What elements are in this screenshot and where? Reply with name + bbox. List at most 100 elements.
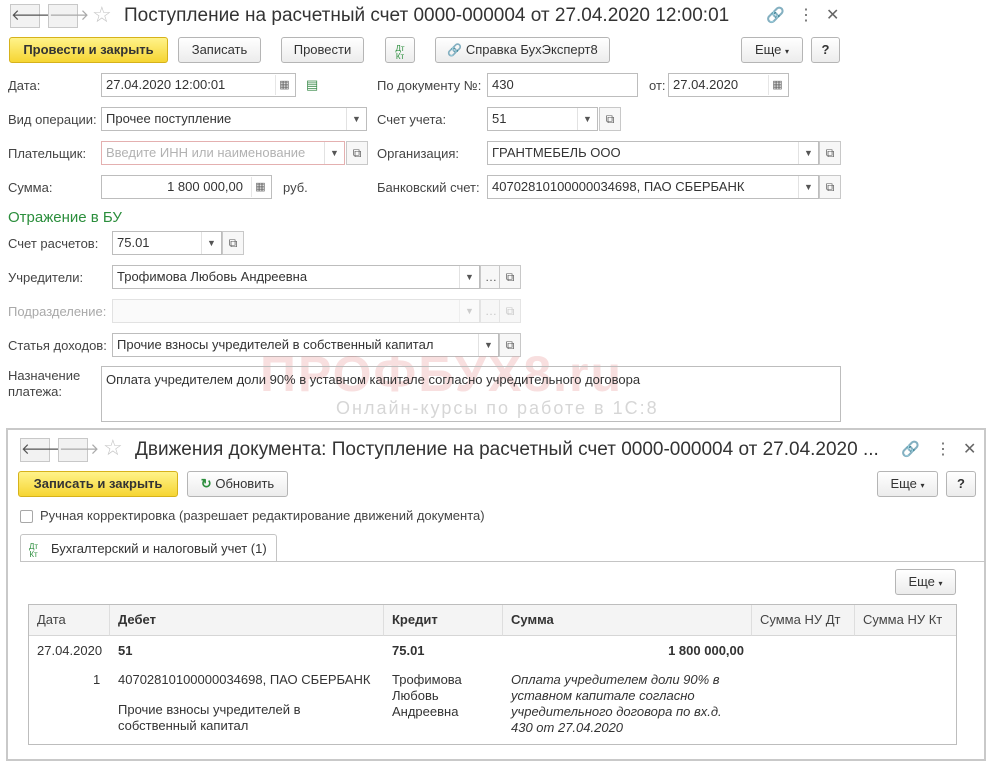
- bank-account-select[interactable]: 40702810100000034698, ПАО СБЕРБАНК ▼: [487, 175, 819, 199]
- chevron-down-icon: ▼: [459, 300, 479, 322]
- more-button[interactable]: Еще ▾: [741, 37, 803, 63]
- settlement-account-select[interactable]: 75.01 ▼: [112, 231, 222, 255]
- doc-date-value: 27.04.2020: [673, 77, 739, 92]
- entries-status-icon[interactable]: ▤: [306, 77, 318, 93]
- link-icon[interactable]: 🔗: [901, 440, 920, 458]
- row-credit-subconto-line2: Любовь: [392, 688, 439, 703]
- open-icon[interactable]: ⧉: [222, 231, 244, 255]
- arrow-left-icon: 🡐: [11, 7, 52, 24]
- arrow-left-icon: 🡐: [21, 441, 62, 458]
- payer-label: Плательщик:: [8, 146, 87, 161]
- help-button[interactable]: ?: [946, 471, 976, 497]
- more-vertical-icon[interactable]: ⋮: [935, 439, 951, 459]
- help-button[interactable]: ?: [811, 37, 840, 63]
- close-icon[interactable]: ✕: [963, 439, 976, 459]
- favorite-star-icon[interactable]: ☆: [92, 2, 112, 28]
- row-credit-account: 75.01: [392, 643, 425, 658]
- open-icon[interactable]: ⧉: [819, 175, 841, 199]
- department-label: Подразделение:: [8, 304, 107, 319]
- currency-label: руб.: [283, 180, 308, 195]
- help-buhexpert-button[interactable]: 🔗 Справка БухЭксперт8: [435, 37, 610, 63]
- document-title: Поступление на расчетный счет 0000-00000…: [124, 5, 730, 26]
- more-label: Еще: [890, 476, 917, 491]
- doc-date-field[interactable]: 27.04.2020 ▦: [668, 73, 789, 97]
- chevron-down-icon[interactable]: ▼: [346, 108, 366, 130]
- organization-select[interactable]: ГРАНТМЕБЕЛЬ ООО ▼: [487, 141, 819, 165]
- more-button[interactable]: Еще ▾: [877, 471, 938, 497]
- chevron-down-icon[interactable]: ▼: [798, 142, 818, 164]
- bank-account-label: Банковский счет:: [377, 180, 480, 195]
- favorite-star-icon[interactable]: ☆: [103, 435, 123, 461]
- dt-kt-button[interactable]: Дт Кт: [385, 37, 415, 63]
- open-icon[interactable]: ⧉: [819, 141, 841, 165]
- calculator-icon[interactable]: ▦: [251, 177, 269, 197]
- calendar-icon[interactable]: ▦: [275, 75, 293, 95]
- sum-value: 1 800 000,00: [167, 179, 243, 194]
- tab-divider: [20, 561, 985, 562]
- open-icon[interactable]: ⧉: [499, 265, 521, 289]
- doc-number-label: По документу №:: [377, 78, 482, 93]
- date-label: Дата:: [8, 78, 41, 93]
- chevron-down-icon[interactable]: ▼: [201, 232, 221, 254]
- doc-number-field[interactable]: 430: [487, 73, 638, 97]
- date-field[interactable]: 27.04.2020 12:00:01 ▦: [101, 73, 296, 97]
- back-button[interactable]: 🡐: [20, 438, 61, 462]
- open-icon[interactable]: ⧉: [346, 141, 368, 165]
- row-credit-subconto-line1: Трофимова: [392, 672, 462, 687]
- purpose-textarea[interactable]: Оплата учредителем доли 90% в уставном к…: [101, 366, 841, 422]
- save-and-close-button[interactable]: Записать и закрыть: [18, 471, 178, 497]
- chevron-down-icon[interactable]: ▼: [798, 176, 818, 198]
- column-header-date[interactable]: Дата: [29, 605, 110, 636]
- row-number: 1: [93, 672, 101, 687]
- row-content-line3: учредительного договора по вх.д.: [511, 704, 722, 719]
- founders-value: Трофимова Любовь Андреевна: [117, 269, 308, 284]
- column-header-sum-nu-dt[interactable]: Сумма НУ Дт: [752, 605, 855, 636]
- open-icon[interactable]: ⧉: [599, 107, 621, 131]
- income-item-label: Статья доходов:: [8, 338, 107, 353]
- link-icon[interactable]: 🔗: [766, 6, 785, 24]
- sum-field[interactable]: 1 800 000,00 ▦: [101, 175, 272, 199]
- operation-type-select[interactable]: Прочее поступление ▼: [101, 107, 367, 131]
- column-header-debit[interactable]: Дебет: [110, 605, 384, 636]
- settlement-account-label: Счет расчетов:: [8, 236, 99, 251]
- founders-label: Учредители:: [8, 270, 84, 285]
- purpose-label-line2: платежа:: [8, 384, 62, 399]
- row-content-line1: Оплата учредителем доли 90% в: [511, 672, 720, 687]
- sum-label: Сумма:: [8, 180, 53, 195]
- save-button[interactable]: Записать: [178, 37, 261, 63]
- close-icon[interactable]: ✕: [826, 5, 839, 25]
- doc-link-icon: 🔗: [447, 43, 463, 57]
- chevron-down-icon[interactable]: ▼: [324, 142, 344, 164]
- grid-more-button[interactable]: Еще ▾: [895, 569, 956, 595]
- chevron-down-icon: ▾: [938, 579, 943, 588]
- post-and-close-button[interactable]: Провести и закрыть: [9, 37, 168, 63]
- refresh-button[interactable]: ↻ Обновить: [187, 471, 288, 497]
- forward-button[interactable]: 🡒: [58, 438, 99, 462]
- refresh-label: Обновить: [215, 476, 275, 491]
- tab-accounting[interactable]: Дт Кт Бухгалтерский и налоговый учет (1): [20, 534, 277, 562]
- forward-button[interactable]: 🡒: [48, 4, 89, 28]
- tab-accounting-label: Бухгалтерский и налоговый учет (1): [51, 541, 267, 556]
- payer-input[interactable]: Введите ИНН или наименование ▼: [101, 141, 345, 165]
- row-content-line2: уставном капитале согласно: [511, 688, 695, 703]
- column-header-sum[interactable]: Сумма: [503, 605, 752, 636]
- chevron-down-icon[interactable]: ▼: [577, 108, 597, 130]
- founders-select[interactable]: Трофимова Любовь Андреевна ▼: [112, 265, 480, 289]
- movements-window: 🡐 🡒 ☆ Движения документа: Поступление на…: [6, 428, 986, 761]
- chevron-down-icon[interactable]: ▼: [459, 266, 479, 288]
- more-label: Еще: [908, 574, 935, 589]
- department-select: ▼: [112, 299, 480, 323]
- more-vertical-icon[interactable]: ⋮: [798, 5, 814, 25]
- chevron-down-icon: ▾: [785, 47, 790, 56]
- operation-type-label: Вид операции:: [8, 112, 97, 127]
- back-button[interactable]: 🡐: [10, 4, 51, 28]
- account-select[interactable]: 51 ▼: [487, 107, 598, 131]
- more-label: Еще: [754, 42, 782, 57]
- calendar-icon[interactable]: ▦: [768, 75, 786, 95]
- manual-correction-checkbox[interactable]: [20, 510, 33, 523]
- row-content-line4: 430 от 27.04.2020: [511, 720, 624, 735]
- column-header-credit[interactable]: Кредит: [384, 605, 503, 636]
- operation-type-value: Прочее поступление: [106, 111, 232, 126]
- column-header-sum-nu-kt[interactable]: Сумма НУ Кт: [855, 605, 956, 636]
- post-button[interactable]: Провести: [281, 37, 364, 63]
